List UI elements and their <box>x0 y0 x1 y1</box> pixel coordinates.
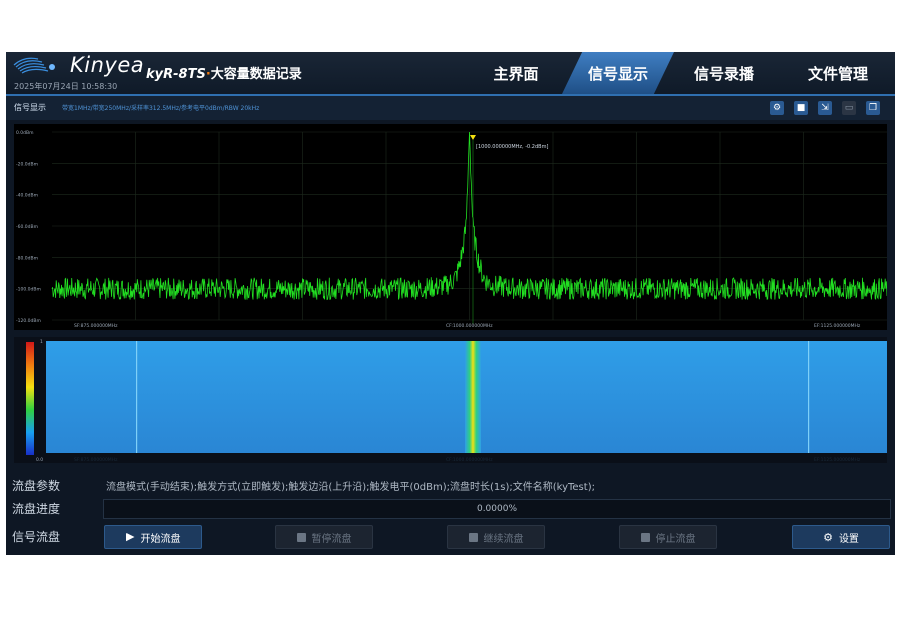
start-stream-button[interactable]: 开始流盘 <box>104 525 202 549</box>
spectrum-svg: 0.0dBm -20.0dBm -40.0dBm -60.0dBm -80.0dBm -1… <box>16 130 887 329</box>
tab-signal-display[interactable]: 信号显示 <box>562 52 674 94</box>
spectrum-y-tick-label: -40.0dBm <box>16 193 38 199</box>
spectrum-y-tick-label: -60.0dBm <box>16 224 38 230</box>
kinyea-logo-icon <box>13 57 55 74</box>
resume-stream-label: 继续流盘 <box>483 533 524 545</box>
waterfall-x-label-end: EF:1125.000000MHz <box>814 457 861 463</box>
spectrum-y-tick-label: -80.0dBm <box>16 255 38 261</box>
waterfall-colorbar <box>26 342 34 455</box>
datetime-display: 2025年07月24日 10:58:30 <box>14 82 118 91</box>
spectrum-y-tick-label: -100.0dBm <box>16 287 41 293</box>
stop-square-icon <box>640 532 650 542</box>
spectrum-plot[interactable]: 0.0dBm -20.0dBm -40.0dBm -60.0dBm -80.0dBm -1… <box>14 124 887 330</box>
settings-button[interactable]: ⚙ 设置 <box>792 525 890 549</box>
resume-stream-button[interactable]: 继续流盘 <box>447 525 545 549</box>
gear-icon[interactable]: ⚙ <box>770 101 784 115</box>
waterfall-scale-bottom: 0.0 <box>36 457 43 463</box>
peak-marker-icon <box>470 135 476 140</box>
stop-stream-label: 停止流盘 <box>655 533 696 545</box>
waterfall-spur-right <box>808 341 810 453</box>
spectrum-y-tick-label: -120.0dBm <box>16 318 41 324</box>
display-toolbar: 信号显示 带宽1MHz/带宽250MHz/采样率312.5MHz/参考电平0dB… <box>6 96 895 120</box>
signal-stream-label: 信号流盘 <box>12 530 61 544</box>
stream-progress-label: 流盘进度 <box>12 502 61 516</box>
stream-progress-text: 0.0000% <box>476 504 518 514</box>
stop-icon[interactable]: ■ <box>794 101 808 115</box>
pause-stream-label: 暂停流盘 <box>311 533 352 545</box>
spectrum-y-tick-label: 0.0dBm <box>16 130 33 136</box>
export-icon[interactable]: ⇲ <box>818 101 832 115</box>
start-stream-label: 开始流盘 <box>140 533 181 545</box>
waterfall-scale-top: 1 <box>40 339 43 345</box>
product-title: kyR-8TS·大容量数据记录 <box>146 63 302 82</box>
pause-stream-button[interactable]: 暂停流盘 <box>275 525 373 549</box>
waterfall-spur-left <box>136 341 138 453</box>
signal-params-line: 带宽1MHz/带宽250MHz/采样率312.5MHz/参考电平0dBm/RBW… <box>62 105 260 112</box>
spectrum-x-label-start: SF:875.000000MHz <box>74 323 118 329</box>
stream-params-label: 流盘参数 <box>12 479 61 493</box>
window-icon[interactable]: ▭ <box>842 101 856 115</box>
settings-gear-icon: ⚙ <box>823 530 833 544</box>
product-subtitle: 大容量数据记录 <box>210 67 302 82</box>
pause-icon <box>296 532 306 542</box>
waterfall-plot[interactable]: 1 0.0 SF:875.000000MHz CF:1000.000000MHz… <box>14 337 887 463</box>
waterfall-svg: 1 0.0 SF:875.000000MHz CF:1000.000000MHz… <box>36 339 887 463</box>
header-bar: Kinyea 2025年07月24日 10:58:30 kyR-8TS·大容量数… <box>6 52 895 96</box>
waterfall-x-label-start: SF:875.000000MHz <box>74 457 118 463</box>
waterfall-center-band <box>465 341 481 453</box>
panel-title: 信号显示 <box>14 103 46 112</box>
stop-stream-button[interactable]: 停止流盘 <box>619 525 717 549</box>
resume-icon <box>468 532 478 542</box>
tab-file-management[interactable]: 文件管理 <box>788 52 888 94</box>
spectrum-y-tick-label: -20.0dBm <box>16 161 38 167</box>
spectrum-x-label-end: EF:1125.000000MHz <box>814 323 861 329</box>
waterfall-x-label-center: CF:1000.000000MHz <box>446 457 493 463</box>
settings-label: 设置 <box>838 533 859 545</box>
app-window: Kinyea 2025年07月24日 10:58:30 kyR-8TS·大容量数… <box>6 52 895 555</box>
tab-signal-record[interactable]: 信号录播 <box>674 52 774 94</box>
peak-marker-label: [1000.000000MHz, -0.2dBm] <box>476 144 548 150</box>
spectrum-x-label-center: CF:1000.000000MHz <box>446 323 493 329</box>
play-icon <box>125 532 135 542</box>
tab-main[interactable]: 主界面 <box>466 52 566 94</box>
stream-params-value: 流盘模式(手动结束);触发方式(立即触发);触发边沿(上升沿);触发电平(0dB… <box>106 482 595 493</box>
model-name: kyR-8TS <box>146 67 206 82</box>
layers-icon[interactable]: ❐ <box>866 101 880 115</box>
brand-name: Kinyea <box>70 53 145 77</box>
stream-progress-bar: 0.0000% <box>103 499 891 519</box>
